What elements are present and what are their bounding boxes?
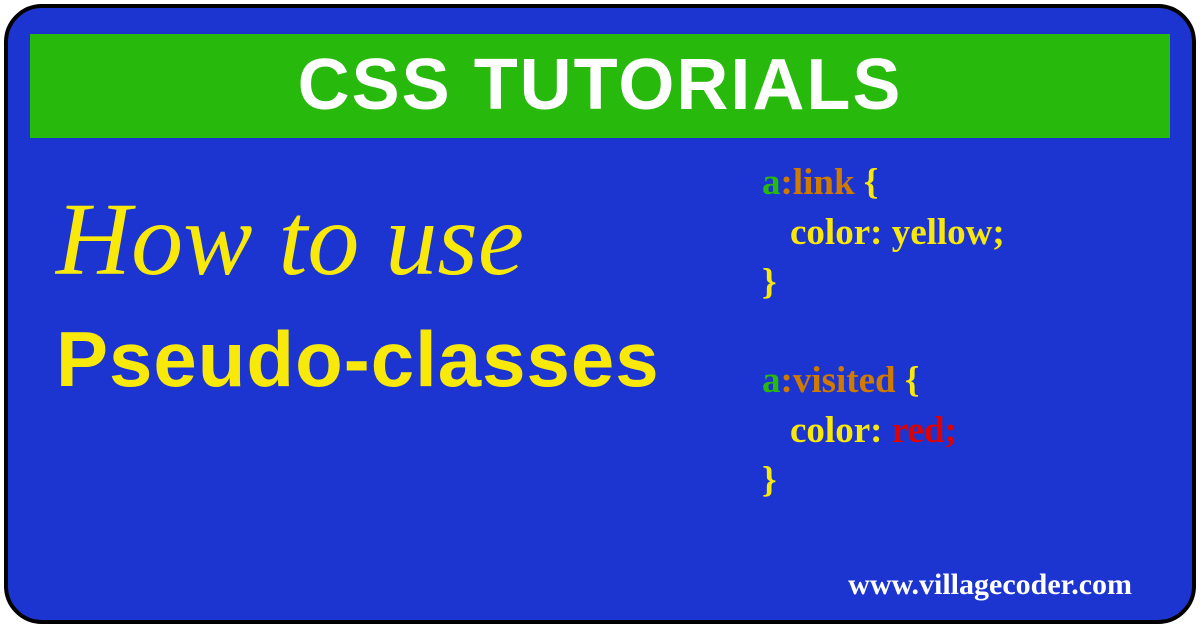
code-block-visited: a:visited { color: red; } [762,356,1132,506]
code-prop: color: [790,212,882,253]
header-title: CSS TUTORIALS [30,44,1170,126]
tutorial-card: CSS TUTORIALS How to use Pseudo-classes … [4,4,1196,624]
code-block-link: a:link { color: yellow; } [762,158,1132,308]
code-brace-open: { [896,360,920,401]
code-brace-open: { [855,162,879,203]
code-value: red; [882,410,956,451]
code-selector-pseudo: :visited [781,360,896,401]
content-area: How to use Pseudo-classes a:link { color… [8,138,1192,178]
code-brace-close: } [762,262,777,303]
hero-line-2: Pseudo-classes [56,320,660,398]
header-bar: CSS TUTORIALS [30,34,1170,138]
code-value: yellow; [882,212,1004,253]
footer-url: www.villagecoder.com [848,568,1132,602]
hero-text: How to use Pseudo-classes [56,188,660,398]
code-selector-a: a [762,162,781,203]
code-prop: color: [790,410,882,451]
code-brace-close: } [762,460,777,501]
code-selector-pseudo: :link [781,162,855,203]
code-selector-a: a [762,360,781,401]
code-samples: a:link { color: yellow; } a:visited { co… [762,158,1132,554]
hero-line-1: How to use [56,188,660,292]
